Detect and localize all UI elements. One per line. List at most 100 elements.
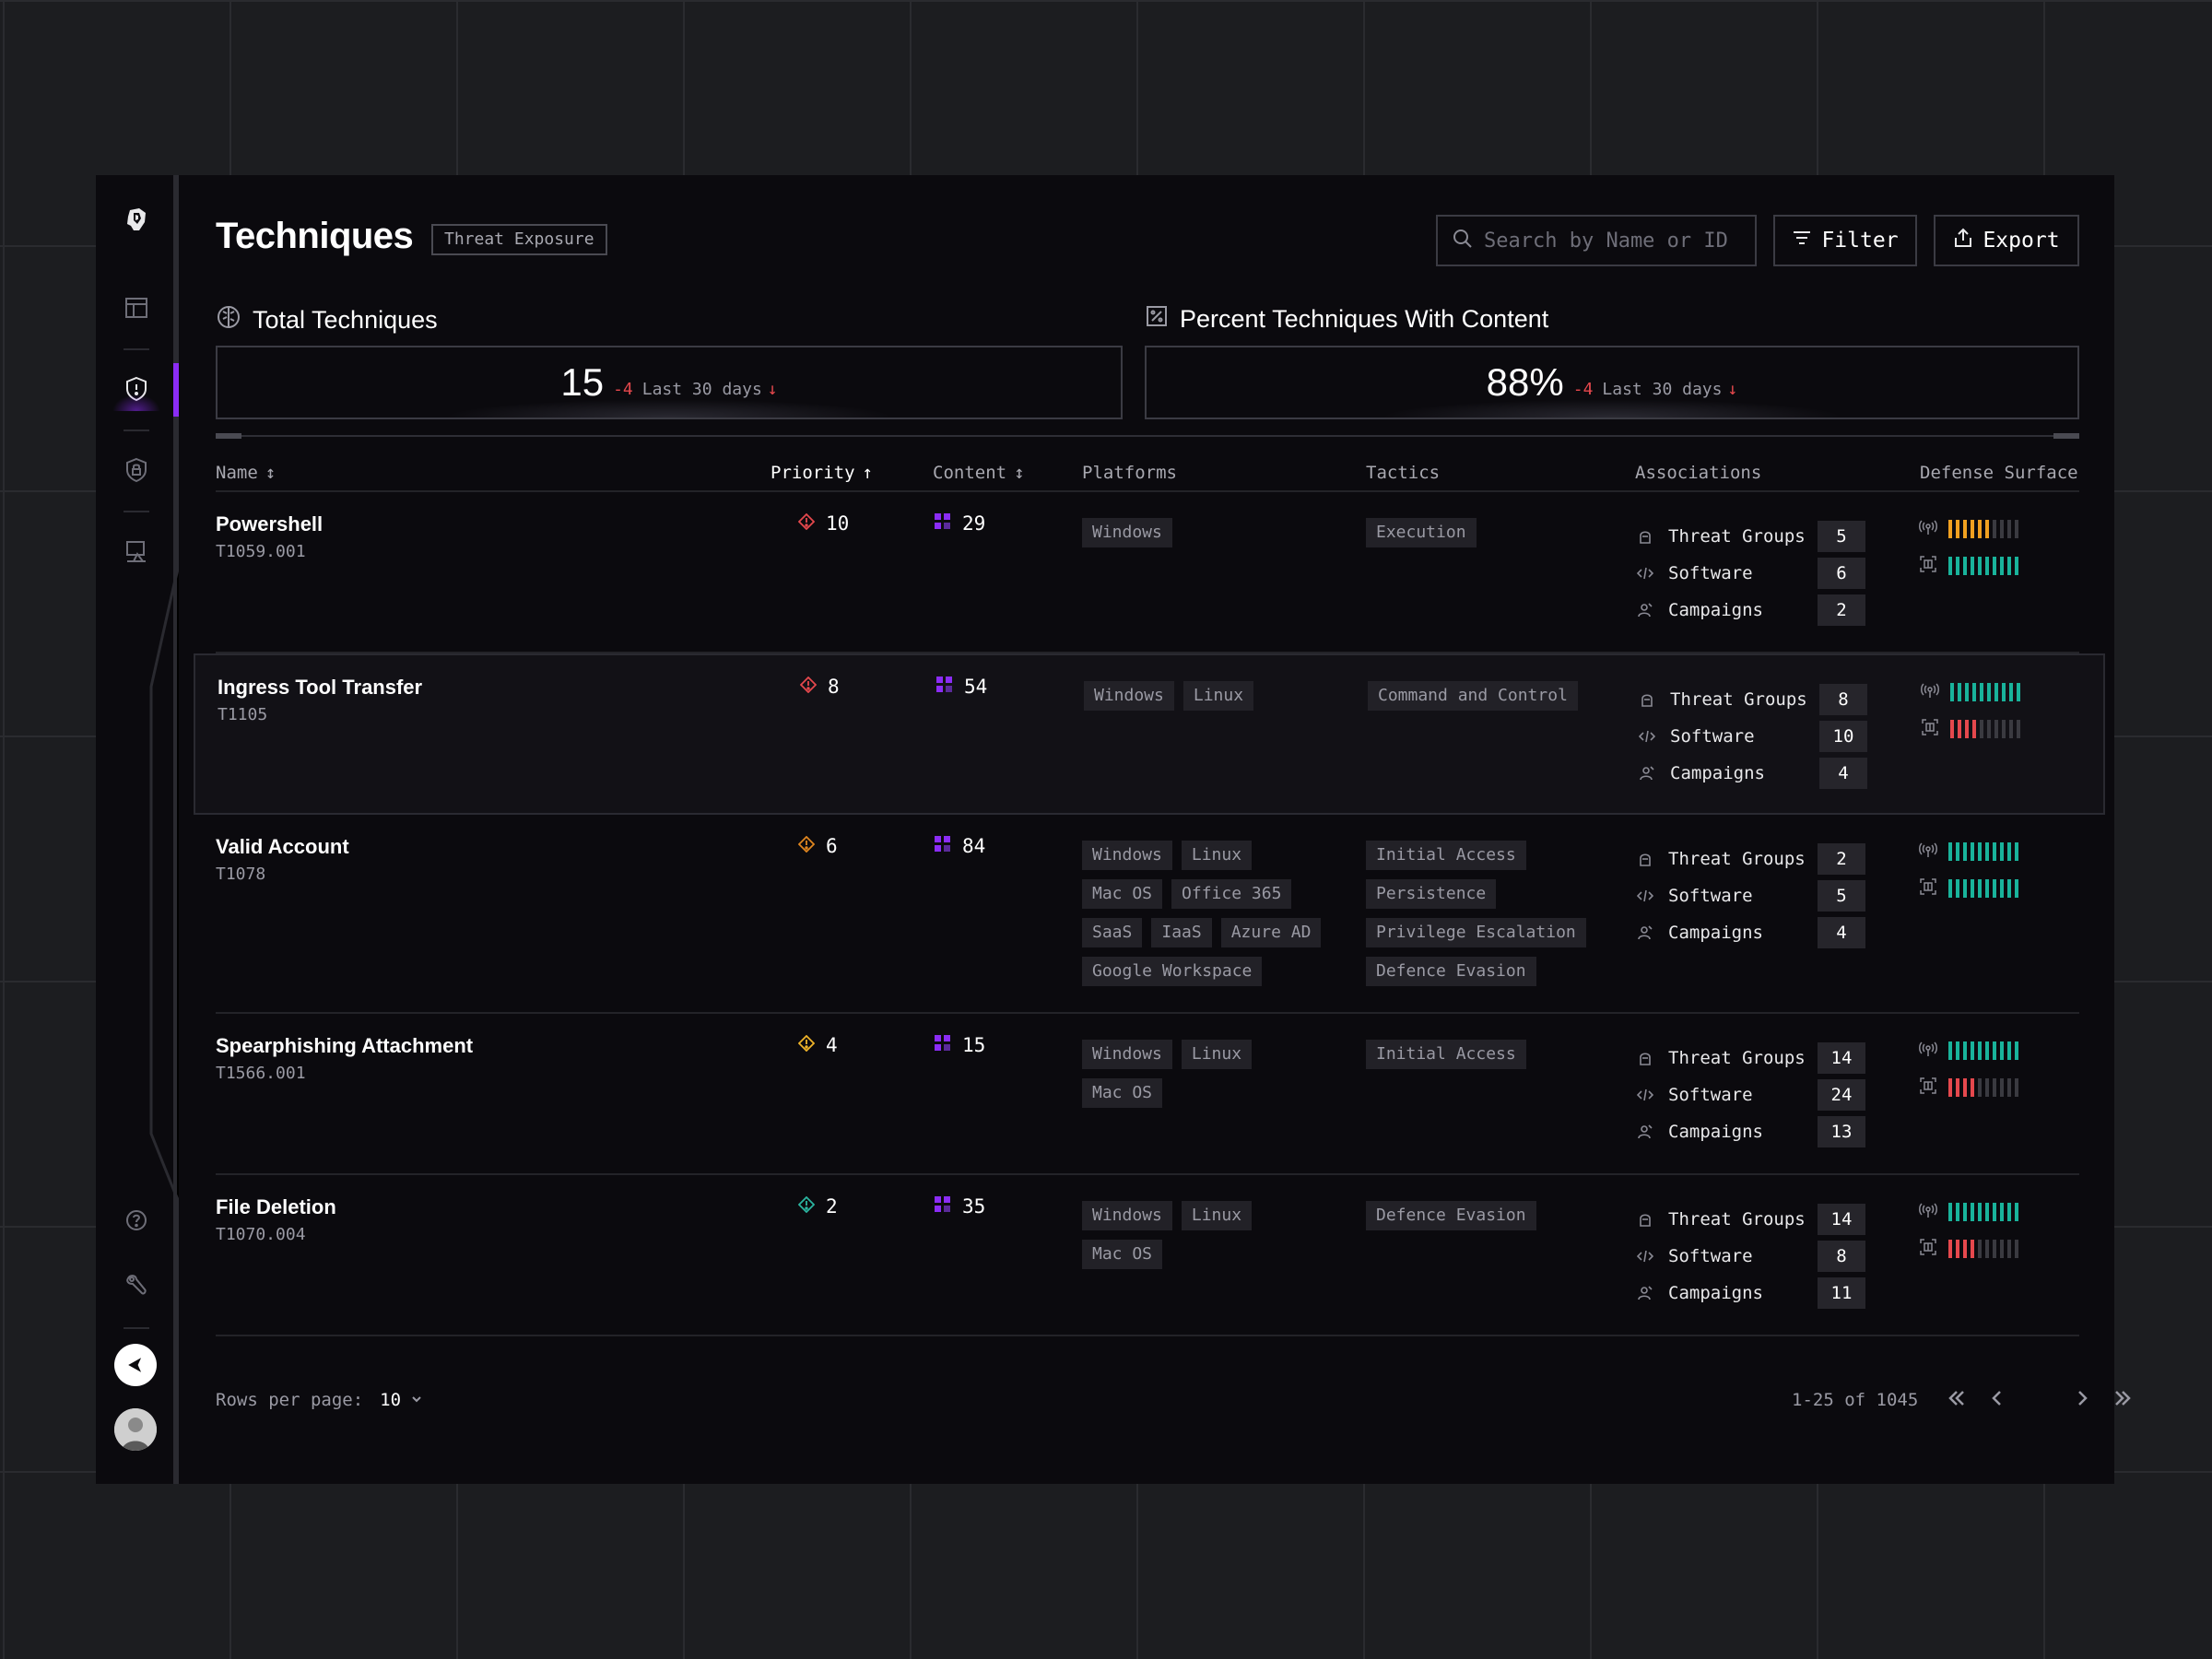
column-priority-header[interactable]: Priority ↑ (771, 463, 873, 483)
content-value: 29 (962, 512, 986, 535)
table-row[interactable]: File Deletion T1070.004 2 35 Windows Linux Mac… (216, 1175, 2079, 1336)
tactic-chip: Execution (1366, 518, 1477, 547)
association-software[interactable]: Software 5 (1635, 877, 1875, 914)
platform-chip: Linux (1182, 681, 1254, 711)
technique-name[interactable]: Powershell (216, 512, 323, 536)
meter-bar (1956, 520, 1959, 538)
platform-chip: Windows (1082, 841, 1172, 870)
content-value: 15 (962, 1034, 986, 1056)
table-row[interactable]: Spearphishing Attachment T1566.001 4 15 Wind… (216, 1014, 2079, 1175)
last-page-icon[interactable] (2111, 1386, 2135, 1410)
scrollbar-left-handle[interactable] (216, 433, 241, 439)
association-campaigns[interactable]: Campaigns 2 (1635, 592, 1875, 629)
platform-chip: Linux (1181, 1201, 1253, 1230)
meter-bar (1993, 879, 1996, 898)
meter-bar (2015, 1240, 2018, 1258)
percent-icon (1145, 304, 1169, 335)
software-icon (1635, 563, 1655, 583)
meter-bar (1980, 683, 1983, 701)
pagination-controls (1945, 1386, 2135, 1410)
meter-bar (1950, 683, 1954, 701)
association-label: Threat Groups (1668, 1048, 1806, 1068)
antenna-icon (1919, 841, 1937, 863)
filter-button[interactable]: Filter (1773, 215, 1917, 266)
defense-surface-cell (1921, 681, 2020, 755)
association-label: Campaigns (1668, 600, 1763, 620)
search-input[interactable]: Search by Name or ID (1436, 215, 1757, 266)
association-threat-groups[interactable]: Threat Groups 14 (1635, 1201, 1875, 1238)
rows-per-page-select[interactable]: 10 (380, 1390, 423, 1410)
technique-name[interactable]: File Deletion (216, 1195, 336, 1219)
meter-bar (1993, 842, 1996, 861)
content-value: 35 (962, 1195, 986, 1218)
priority-diamond-icon (797, 1034, 816, 1056)
defense-surface-cell (1919, 1040, 2018, 1113)
previous-page-icon[interactable] (1985, 1386, 2009, 1410)
sort-ascending-icon: ↑ (862, 463, 873, 483)
meter-bar (1993, 557, 1996, 575)
association-threat-groups[interactable]: Threat Groups 8 (1637, 681, 1877, 718)
meter-bar (2007, 1203, 2011, 1221)
association-software[interactable]: Software 24 (1635, 1077, 1875, 1113)
association-count: 5 (1818, 880, 1865, 912)
association-campaigns[interactable]: Campaigns 11 (1635, 1275, 1875, 1312)
percent-content-value: 88% (1486, 360, 1564, 404)
platform-chip: Windows (1084, 681, 1174, 711)
first-page-icon[interactable] (1945, 1386, 1969, 1410)
tactics-cell: Execution (1366, 518, 1615, 547)
threat-groups-icon (1635, 849, 1655, 869)
column-name-header[interactable]: Name ↕ (216, 463, 276, 483)
technique-name[interactable]: Spearphishing Attachment (216, 1034, 473, 1058)
defense-surface-meter (1919, 555, 2018, 592)
association-threat-groups[interactable]: Threat Groups 14 (1635, 1040, 1875, 1077)
filter-icon (1792, 228, 1812, 253)
table-row[interactable]: Ingress Tool Transfer T1105 8 54 Windows Linu… (194, 653, 2105, 815)
platform-chip: Windows (1082, 518, 1172, 547)
page-title: Techniques (216, 216, 414, 256)
table-row[interactable]: Valid Account T1078 6 84 Windows Linux Mac OS O… (216, 815, 2079, 1014)
association-label: Campaigns (1668, 1283, 1763, 1303)
tactic-chip: Privilege Escalation (1366, 918, 1586, 947)
meter-bar (2017, 720, 2020, 738)
sidebar-connector-line (177, 571, 179, 1198)
technique-name[interactable]: Valid Account (216, 835, 349, 859)
content-cell: 84 (935, 835, 985, 857)
association-campaigns[interactable]: Campaigns 4 (1637, 755, 1877, 792)
next-page-icon[interactable] (2070, 1386, 2094, 1410)
association-software[interactable]: Software 8 (1635, 1238, 1875, 1275)
horizontal-scrollbar[interactable] (216, 435, 2079, 437)
app-window: Techniques Threat Exposure Search by Nam… (96, 175, 2131, 1484)
meter-bar (1963, 1203, 1967, 1221)
defense-surface-cell (1919, 518, 2018, 592)
meter-bar (1963, 557, 1967, 575)
defense-surface-meter (1921, 681, 2020, 718)
meter-bar (1948, 1240, 1952, 1258)
export-button[interactable]: Export (1934, 215, 2079, 266)
association-software[interactable]: Software 6 (1635, 555, 1875, 592)
association-campaigns[interactable]: Campaigns 4 (1635, 914, 1875, 951)
technique-name[interactable]: Ingress Tool Transfer (218, 676, 422, 700)
association-campaigns[interactable]: Campaigns 13 (1635, 1113, 1875, 1150)
associations-cell: Threat Groups 8 Software 10 Campaigns 4 (1637, 681, 1877, 792)
meter-bars (1950, 718, 2020, 738)
scan-icon (1921, 718, 1939, 740)
meter-bar (1978, 1041, 1982, 1060)
association-threat-groups[interactable]: Threat Groups 5 (1635, 518, 1875, 555)
association-label: Threat Groups (1668, 849, 1806, 869)
software-icon (1635, 886, 1655, 906)
column-defense-surface-header: Defense Surface (1920, 463, 2078, 483)
priority-diamond-icon (797, 835, 816, 857)
meter-bar (1958, 720, 1961, 738)
meter-bar (1956, 842, 1959, 861)
scrollbar-right-handle[interactable] (2053, 433, 2079, 439)
meter-bar (1985, 557, 1989, 575)
campaigns-icon (1635, 1283, 1655, 1303)
meter-bar (1978, 879, 1982, 898)
meter-bar (1978, 1203, 1982, 1221)
sort-icon: ↕ (1014, 463, 1025, 483)
association-software[interactable]: Software 10 (1637, 718, 1877, 755)
meter-bar (1971, 557, 1974, 575)
association-threat-groups[interactable]: Threat Groups 2 (1635, 841, 1875, 877)
table-row[interactable]: Powershell T1059.001 10 29 Windows Execution T… (216, 492, 2079, 653)
column-content-header[interactable]: Content ↕ (933, 463, 1025, 483)
